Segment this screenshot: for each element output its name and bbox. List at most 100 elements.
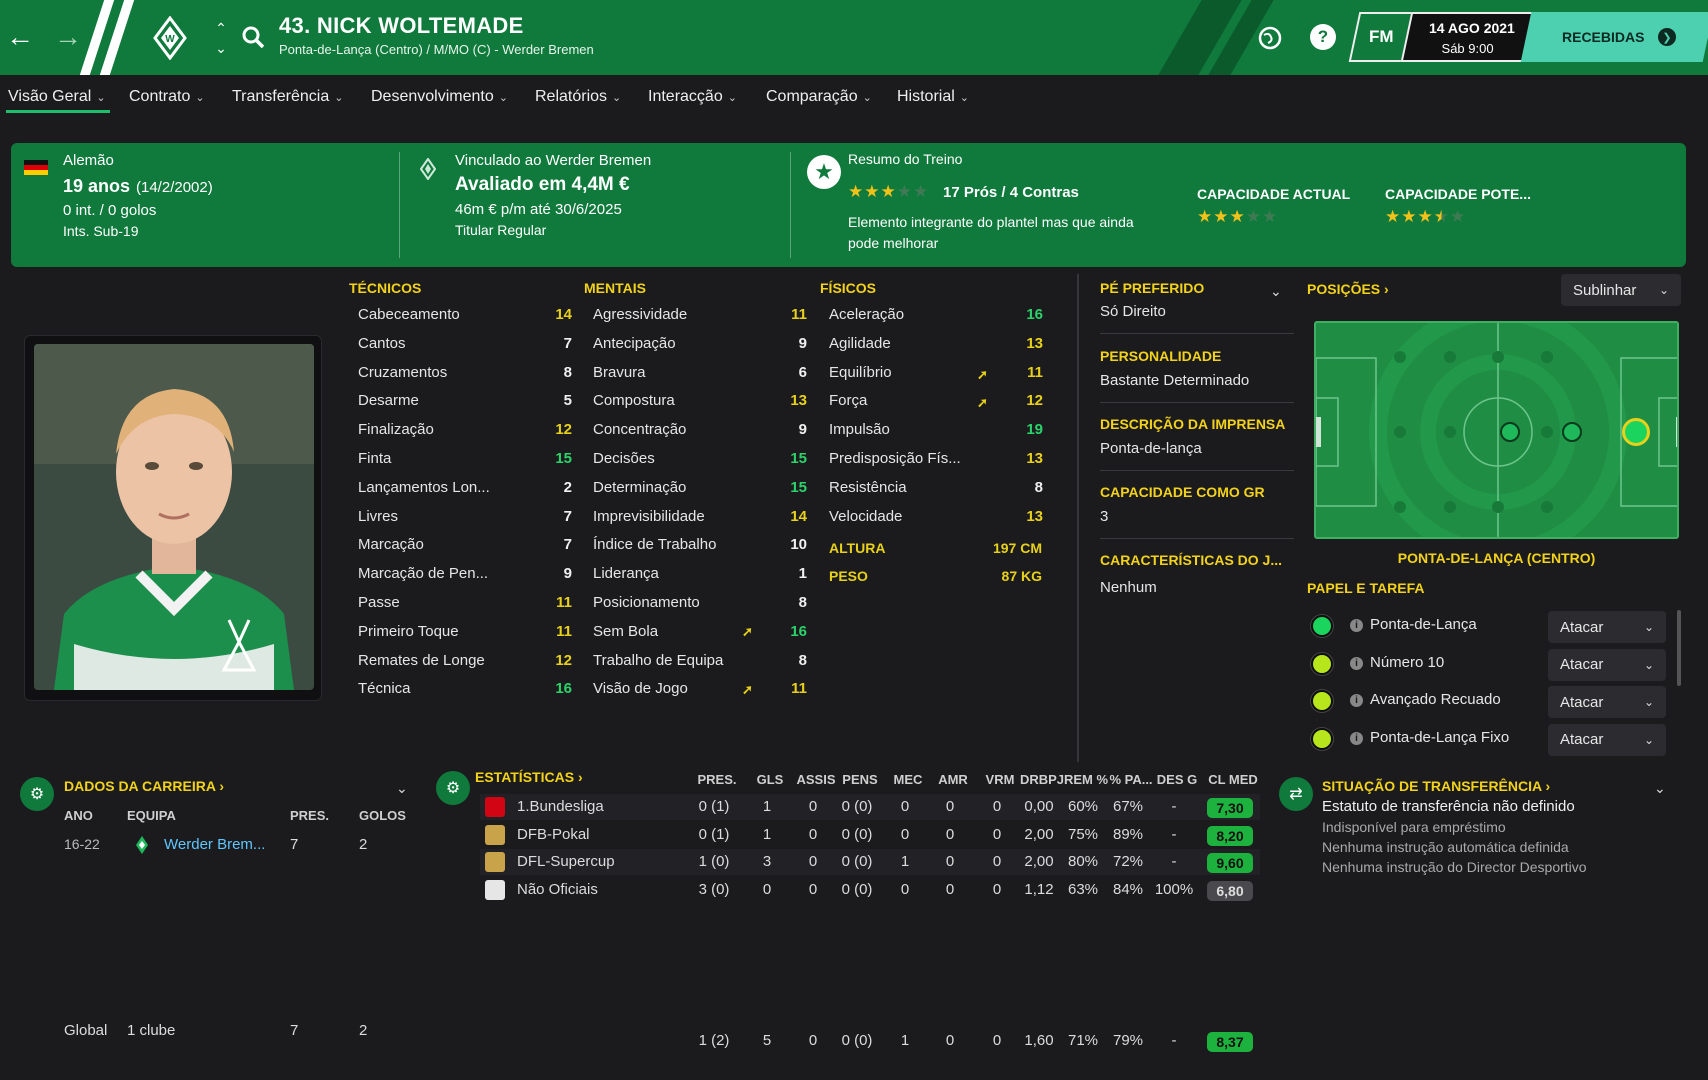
previous-player-icon[interactable]: ⌃ [210,20,232,36]
attribute-name[interactable]: Sem Bola [593,623,658,640]
club-crest-icon[interactable]: W [148,14,192,62]
attribute-name[interactable]: Lançamentos Lon... [358,479,490,496]
position-dot[interactable] [1492,351,1504,363]
duty-select[interactable]: Atacar ⌄ [1548,648,1666,681]
duty-select[interactable]: Atacar ⌄ [1548,686,1666,718]
attribute-name[interactable]: Trabalho de Equipa [593,652,723,669]
tab-interaction[interactable]: Interacção ⌄ [648,88,737,106]
stats-col-header[interactable]: DES G [1152,772,1202,787]
stats-col-header[interactable]: DRBPJ [1017,772,1067,787]
stats-col-header[interactable]: MEC [883,772,933,787]
position-dot[interactable] [1541,501,1553,513]
role-name[interactable]: Número 10 [1370,654,1444,671]
role-name[interactable]: Avançado Recuado [1370,691,1501,708]
info-icon[interactable]: i [1350,694,1363,707]
role-name[interactable]: Ponta-de-Lança Fixo [1370,729,1509,746]
attribute-name[interactable]: Liderança [593,565,659,582]
position-dot-st-c-selected[interactable] [1622,418,1650,446]
stats-col-header[interactable]: REM % [1061,772,1111,787]
competition-name[interactable]: DFL-Supercup [517,853,615,870]
attribute-name[interactable]: Técnica [358,680,411,697]
position-dot[interactable] [1492,501,1504,513]
duty-select[interactable]: Atacar ⌄ [1548,723,1666,756]
help-icon[interactable]: ? [1310,24,1336,50]
stats-col-header[interactable]: PRES. [692,772,742,787]
attribute-name[interactable]: Aceleração [829,306,904,323]
attribute-name[interactable]: Compostura [593,392,675,409]
attribute-name[interactable]: Antecipação [593,335,676,352]
tab-development[interactable]: Desenvolvimento ⌄ [371,88,508,106]
attribute-name[interactable]: Concentração [593,421,686,438]
attribute-name[interactable]: Imprevisibilidade [593,508,705,525]
attribute-name[interactable]: Remates de Longe [358,652,485,669]
attribute-name[interactable]: Primeiro Toque [358,623,459,640]
tab-history[interactable]: Historial ⌄ [897,88,969,106]
stats-col-header[interactable]: GLS [745,772,795,787]
tab-reports[interactable]: Relatórios ⌄ [535,88,621,106]
career-team-link[interactable]: Werder Brem... [164,836,265,853]
highlight-select[interactable]: Sublinhar ⌄ [1561,274,1681,306]
attribute-name[interactable]: Predisposição Fís... [829,450,961,467]
attribute-name[interactable]: Velocidade [829,508,902,525]
transfer-status-link[interactable]: SITUAÇÃO DE TRANSFERÊNCIA › [1322,778,1550,794]
career-data-link[interactable]: DADOS DA CARREIRA › [64,778,224,794]
statistics-link[interactable]: ESTATÍSTICAS › [475,769,583,785]
attribute-name[interactable]: Livres [358,508,398,525]
stats-col-header[interactable]: ASSIS [791,772,841,787]
position-dot[interactable] [1394,426,1406,438]
position-dot[interactable] [1394,351,1406,363]
stats-col-header[interactable]: PENS [835,772,885,787]
competition-name[interactable]: 1.Bundesliga [517,798,604,815]
competition-name[interactable]: Não Oficiais [517,881,598,898]
roles-scrollbar[interactable] [1677,610,1681,686]
forward-icon[interactable]: → [52,20,84,54]
stats-col-header[interactable]: % PA... [1106,772,1156,787]
attribute-name[interactable]: Bravura [593,364,646,381]
attribute-name[interactable]: Índice de Trabalho [593,536,716,553]
attribute-name[interactable]: Impulsão [829,421,890,438]
stats-col-header[interactable]: AMR [928,772,978,787]
position-dot[interactable] [1444,426,1456,438]
position-dot[interactable] [1394,501,1406,513]
attribute-name[interactable]: Posicionamento [593,594,700,611]
attribute-name[interactable]: Desarme [358,392,419,409]
attribute-name[interactable]: Equilíbrio [829,364,892,381]
position-dot-st-c-secondary[interactable] [1562,422,1582,442]
next-player-icon[interactable]: ⌄ [210,40,232,56]
positions-link[interactable]: POSIÇÕES › [1307,281,1389,297]
chevron-down-icon[interactable]: ⌄ [1270,283,1282,300]
chevron-down-icon[interactable]: ⌄ [1654,780,1666,797]
attribute-name[interactable]: Visão de Jogo [593,680,688,697]
stats-col-header[interactable]: CL MED [1208,772,1258,787]
attribute-name[interactable]: Finta [358,450,391,467]
competition-name[interactable]: DFB-Pokal [517,826,590,843]
attribute-name[interactable]: Cabeceamento [358,306,460,323]
role-name[interactable]: Ponta-de-Lança [1370,616,1477,633]
attribute-name[interactable]: Cruzamentos [358,364,447,381]
chevron-down-icon[interactable]: ⌄ [396,780,408,797]
tab-comparison[interactable]: Comparação ⌄ [766,88,872,106]
attribute-name[interactable]: Resistência [829,479,907,496]
nationality[interactable]: Alemão [63,152,114,169]
continue-date-button[interactable]: 14 AGO 2021 Sáb 9:00 [1400,12,1540,62]
tab-transfer[interactable]: Transferência ⌄ [232,88,343,106]
player-traits-label[interactable]: CARACTERÍSTICAS DO J... [1100,552,1282,568]
search-icon[interactable] [240,24,266,50]
world-icon[interactable] [1256,24,1284,52]
info-icon[interactable]: i [1350,731,1363,745]
attribute-name[interactable]: Finalização [358,421,434,438]
club-link[interactable]: Vinculado ao Werder Bremen [455,152,651,169]
info-icon[interactable]: i [1350,619,1363,632]
attribute-name[interactable]: Marcação de Pen... [358,565,488,582]
position-dot[interactable] [1444,351,1456,363]
attribute-name[interactable]: Agressividade [593,306,687,323]
attribute-name[interactable]: Cantos [358,335,406,352]
position-dot-am-c[interactable] [1500,422,1520,442]
duty-select[interactable]: Atacar ⌄ [1548,611,1666,643]
position-dot[interactable] [1541,351,1553,363]
attribute-name[interactable]: Força [829,392,867,409]
attribute-name[interactable]: Agilidade [829,335,891,352]
training-summary-title[interactable]: Resumo do Treino [848,151,962,167]
position-dot[interactable] [1541,426,1553,438]
info-icon[interactable]: i [1350,656,1363,670]
